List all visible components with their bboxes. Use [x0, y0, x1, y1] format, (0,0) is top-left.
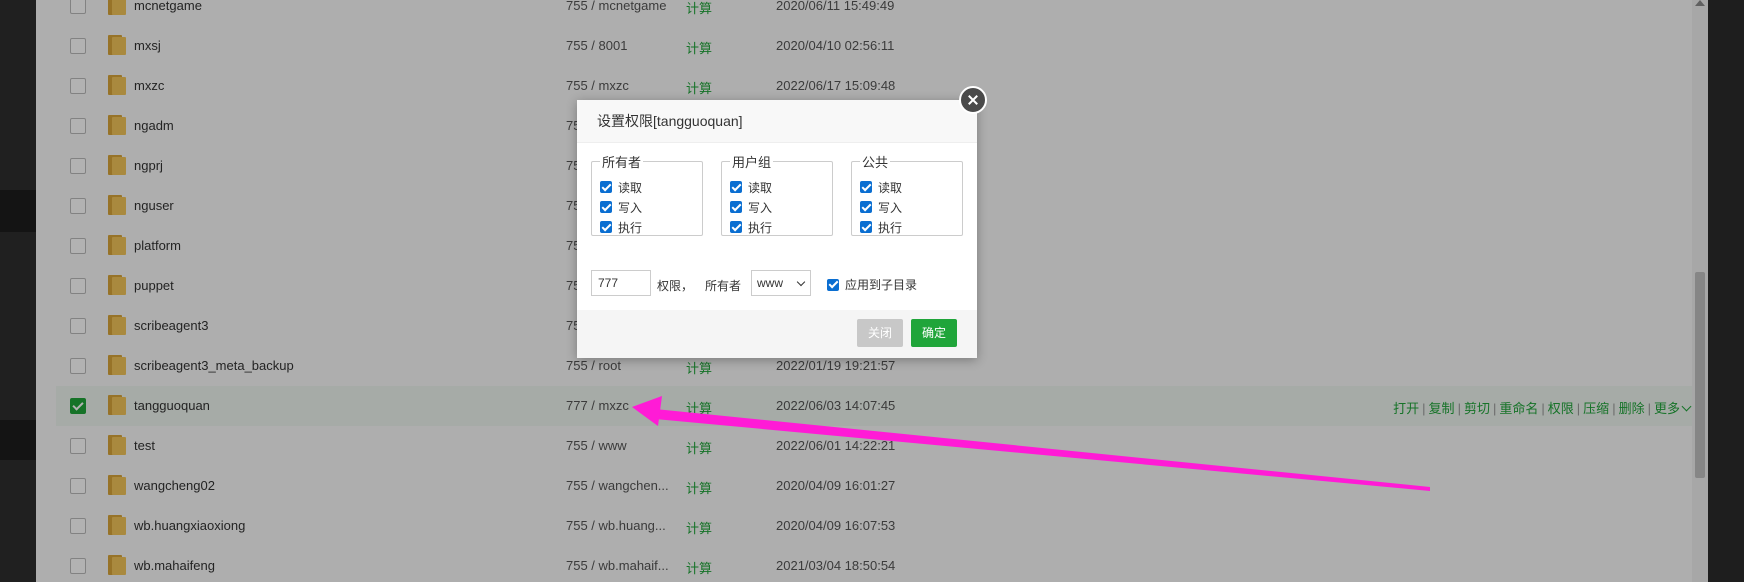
annotation-arrow-head: [632, 396, 662, 426]
annotation-arrow-shaft: [655, 409, 1430, 491]
annotation-arrow: [632, 396, 1430, 491]
